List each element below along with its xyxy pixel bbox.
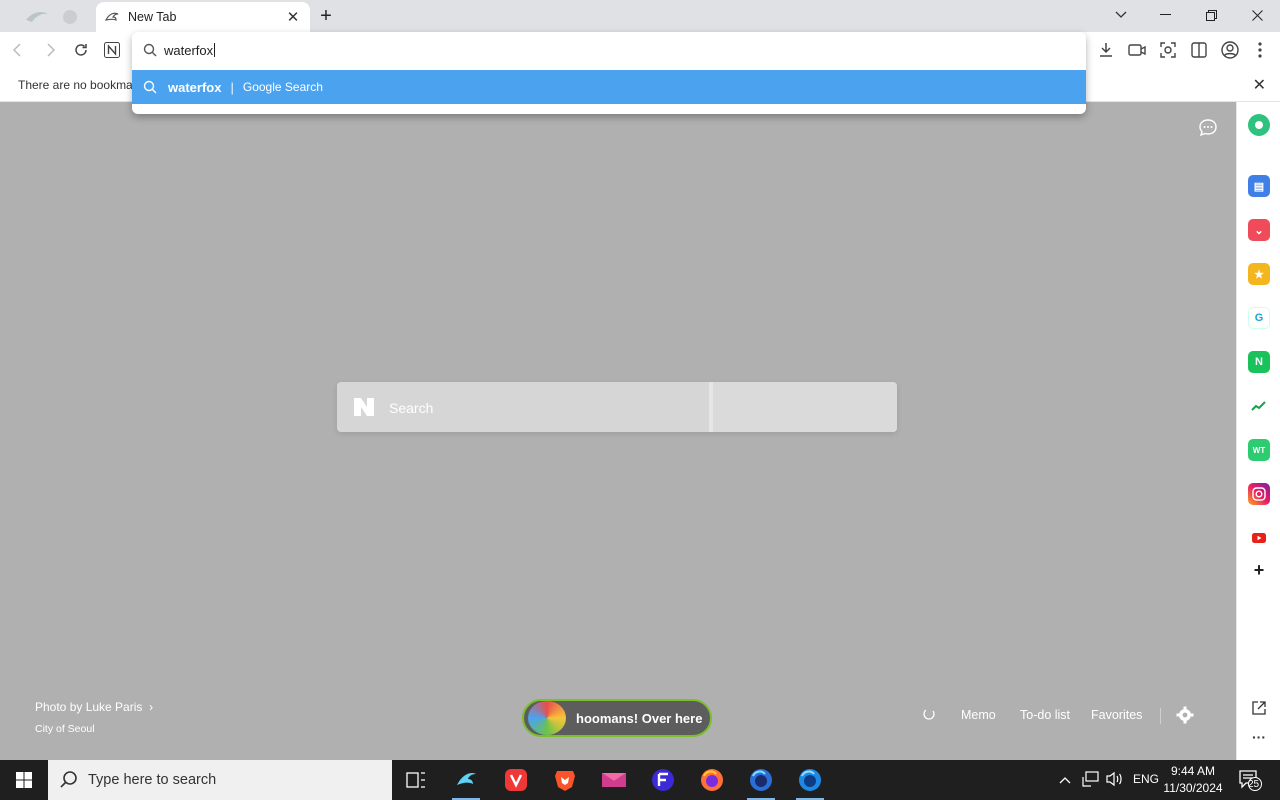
stock-chart-icon[interactable] [1248, 395, 1270, 417]
search-extra-pane[interactable] [713, 382, 897, 432]
whale-tab-icon [104, 9, 120, 25]
search-suggestion[interactable]: waterfox | Google Search [132, 70, 1086, 104]
close-window-button[interactable] [1234, 0, 1280, 30]
floorp-taskbar-icon[interactable] [647, 764, 679, 796]
restore-button[interactable] [1188, 0, 1234, 30]
forward-button[interactable] [38, 38, 62, 62]
firefox-nightly-taskbar-icon[interactable] [745, 764, 777, 800]
taskbar-search[interactable]: Type here to search [48, 760, 392, 800]
show-hidden-icons-chevron[interactable] [1059, 773, 1071, 787]
tab-title: New Tab [128, 10, 177, 24]
promo-text: hoomans! Over here [576, 710, 703, 726]
tab-search-chevron-icon[interactable] [1098, 0, 1144, 30]
youtube-icon[interactable] [1248, 527, 1270, 549]
network-icon[interactable] [1082, 771, 1100, 790]
whale-ai-icon[interactable] [1248, 114, 1270, 136]
system-clock[interactable]: 9:44 AM 11/30/2024 [1162, 763, 1224, 797]
download-icon[interactable] [1094, 38, 1118, 62]
notification-count: 25 [1248, 779, 1260, 790]
whale-logo-icon [8, 6, 88, 28]
close-bookmarks-bar-button[interactable]: ✕ [1253, 75, 1266, 95]
reload-button[interactable] [69, 38, 93, 62]
suggestion-engine: Google Search [242, 80, 323, 94]
address-bar-value: waterfox [164, 42, 214, 58]
address-bar-dropdown: waterfox waterfox | Google Search [132, 32, 1086, 114]
address-bar[interactable]: waterfox [132, 32, 1086, 68]
capture-icon[interactable] [1125, 38, 1149, 62]
notifications-icon[interactable]: 25 [1238, 768, 1262, 795]
bookmarks-empty-message: There are no bookmarks [18, 78, 149, 92]
minimize-button[interactable] [1142, 0, 1188, 30]
task-view-icon[interactable] [400, 764, 432, 796]
pocket-icon[interactable]: ⌄ [1248, 219, 1270, 241]
settings-gear-icon[interactable] [1176, 706, 1194, 727]
whale-browser-taskbar-icon[interactable] [450, 764, 482, 800]
clock-time: 9:44 AM [1170, 764, 1216, 778]
new-tab-page: Search Photo by Luke Paris › City of Seo… [0, 102, 1236, 760]
vivaldi-taskbar-icon[interactable] [500, 764, 532, 796]
waterfox-taskbar-icon[interactable] [794, 764, 826, 800]
volume-icon[interactable] [1106, 771, 1124, 790]
search-icon [142, 42, 158, 58]
tab-strip: New Tab ✕ + [0, 0, 1280, 32]
feedback-icon[interactable] [1198, 118, 1218, 138]
ferdium-taskbar-icon[interactable] [598, 764, 630, 796]
memo-link[interactable]: Memo [961, 708, 996, 722]
clock-date: 11/30/2024 [1163, 781, 1223, 795]
wallet-icon[interactable]: ▤ [1248, 175, 1270, 197]
text-cursor [214, 43, 216, 57]
photo-location: City of Seoul [35, 723, 95, 735]
windows-taskbar: Type here to search ENG 9:44 AM 11/30/20… [0, 760, 1280, 800]
naver-home-button[interactable] [100, 38, 124, 62]
instagram-icon[interactable] [1248, 483, 1270, 505]
naver-logo-icon [353, 397, 375, 417]
add-icon[interactable]: + [1248, 559, 1270, 581]
promo-badge-icon [528, 701, 566, 735]
search-icon [142, 79, 158, 95]
tab-new-tab[interactable]: New Tab ✕ [96, 2, 310, 32]
loading-spinner-icon [922, 707, 936, 724]
sidebar-more-icon[interactable]: ··· [1248, 726, 1270, 748]
chevron-right-icon: › [149, 700, 154, 714]
screenshot-icon[interactable] [1156, 38, 1180, 62]
search-icon [60, 770, 78, 791]
naver-store-icon[interactable]: N [1248, 351, 1270, 373]
tab-close-button[interactable]: ✕ [284, 8, 302, 26]
search-placeholder: Search [389, 400, 434, 416]
profile-icon[interactable] [1218, 38, 1242, 62]
whale-sidebar: ▤ ⌄ ★ G N WT + ··· [1236, 102, 1280, 760]
open-in-window-icon[interactable] [1248, 697, 1270, 719]
input-language[interactable]: ENG [1133, 772, 1159, 786]
bookmark-star-icon[interactable]: ★ [1248, 263, 1270, 285]
firefox-taskbar-icon[interactable] [696, 764, 728, 796]
translate-icon[interactable]: G [1248, 307, 1270, 329]
taskbar-search-placeholder: Type here to search [88, 772, 217, 788]
suggestion-separator: | [230, 79, 234, 95]
favorites-link[interactable]: Favorites [1091, 708, 1142, 722]
photo-credit[interactable]: Photo by Luke Paris › [35, 700, 153, 714]
links-divider [1160, 708, 1161, 724]
todo-link[interactable]: To-do list [1020, 708, 1070, 722]
naver-search-box[interactable]: Search [337, 382, 897, 432]
suggestion-query: waterfox [168, 79, 222, 95]
windows-start-icon[interactable] [0, 760, 48, 800]
back-button[interactable] [6, 38, 30, 62]
menu-icon[interactable] [1248, 38, 1272, 62]
new-tab-button[interactable]: + [314, 5, 338, 27]
promo-banner[interactable]: hoomans! Over here [522, 699, 712, 737]
split-view-icon[interactable] [1187, 38, 1211, 62]
brave-taskbar-icon[interactable] [549, 764, 581, 796]
webtoon-icon[interactable]: WT [1248, 439, 1270, 461]
